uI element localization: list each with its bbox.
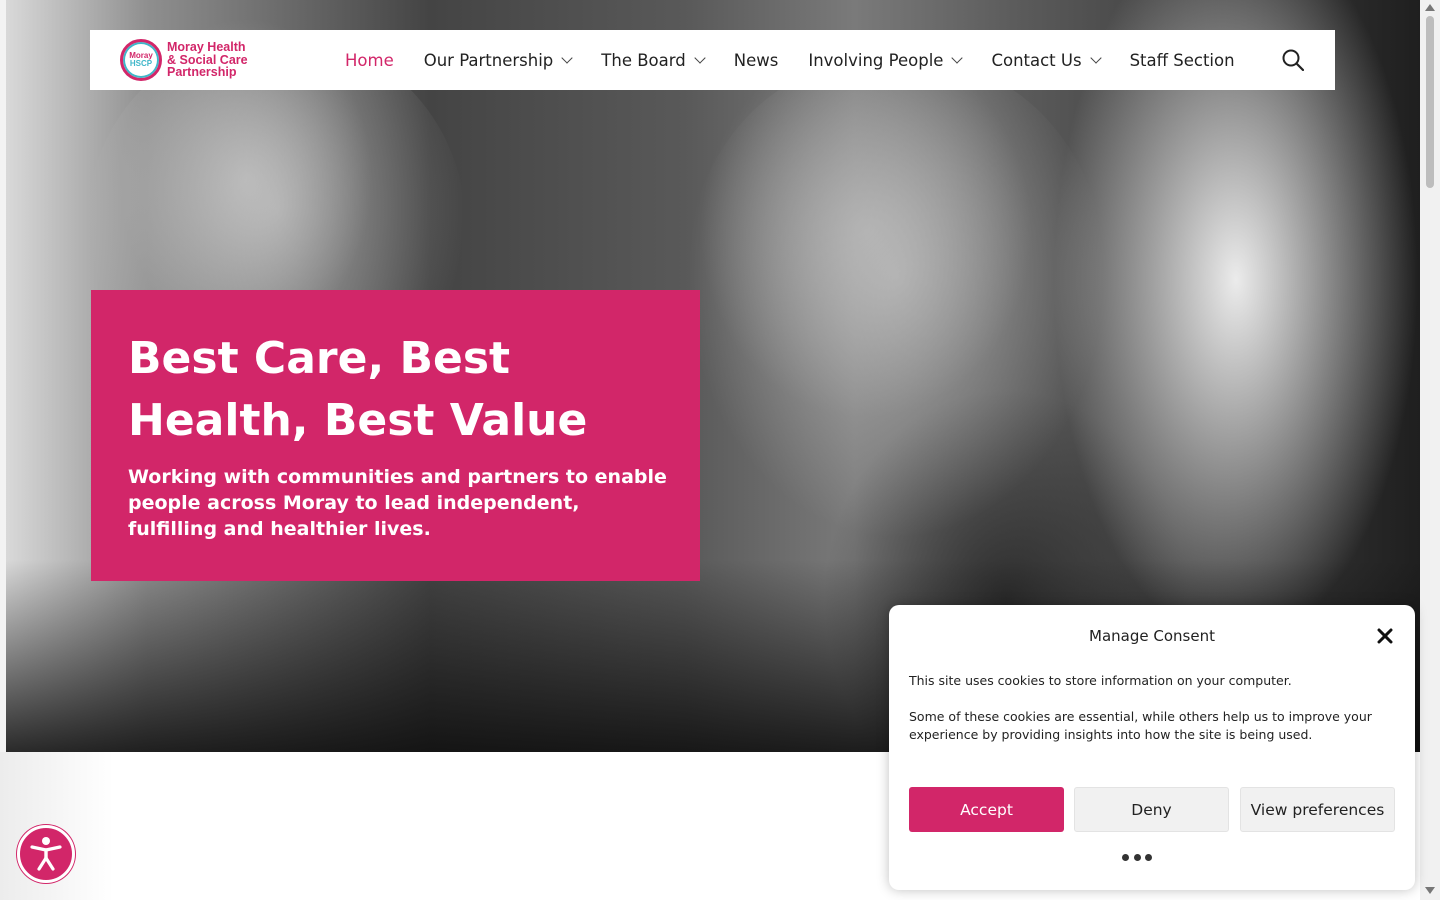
more-dots-icon[interactable] bbox=[1122, 853, 1152, 861]
consent-details: Some of these cookies are essential, whi… bbox=[909, 709, 1372, 742]
deny-button[interactable]: Deny bbox=[1074, 787, 1229, 832]
logo-text: Moray Health & Social Care Partnership bbox=[167, 40, 248, 80]
nav-item-the-board[interactable]: The Board bbox=[601, 50, 706, 70]
scrollbar-thumb[interactable] bbox=[1426, 16, 1434, 188]
nav-item-staff-section[interactable]: Staff Section bbox=[1130, 51, 1235, 70]
scroll-down-arrow-icon[interactable] bbox=[1425, 887, 1435, 894]
hero-photo-right-person bbox=[686, 60, 1106, 540]
search-icon[interactable] bbox=[1282, 49, 1305, 72]
hero-subtitle: Working with communities and partners to… bbox=[128, 466, 667, 540]
accept-button[interactable]: Accept bbox=[909, 787, 1064, 832]
accessibility-icon bbox=[30, 837, 62, 871]
nav-item-contact-us[interactable]: Contact Us bbox=[991, 50, 1102, 70]
nav-item-label: Our Partnership bbox=[423, 50, 554, 70]
consent-message: This site uses cookies to store informat… bbox=[909, 673, 1292, 688]
main-nav: Home Our Partnership The Board News Invo… bbox=[345, 30, 1265, 90]
site-logo[interactable]: Moray HSCP Moray Health & Social Care Pa… bbox=[120, 39, 256, 81]
nav-item-news[interactable]: News bbox=[734, 51, 779, 70]
close-icon[interactable] bbox=[1376, 627, 1394, 645]
chevron-down-icon bbox=[1089, 51, 1102, 64]
consent-title: Manage Consent bbox=[1089, 627, 1215, 645]
nav-item-label: Involving People bbox=[808, 50, 944, 70]
chevron-down-icon bbox=[561, 51, 573, 64]
nav-item-label: The Board bbox=[601, 50, 686, 70]
nav-item-involving-people[interactable]: Involving People bbox=[808, 50, 964, 70]
nav-item-label: Home bbox=[345, 50, 394, 70]
chevron-down-icon bbox=[694, 51, 706, 64]
accessibility-button[interactable] bbox=[17, 825, 75, 883]
hero-card: Best Care, Best Health, Best Value Worki… bbox=[91, 290, 700, 581]
page-scrollbar[interactable] bbox=[1420, 0, 1440, 900]
view-preferences-button[interactable]: View preferences bbox=[1240, 787, 1395, 832]
site-header: Moray HSCP Moray Health & Social Care Pa… bbox=[90, 30, 1335, 90]
nav-item-label: Contact Us bbox=[991, 50, 1082, 70]
scroll-up-arrow-icon[interactable] bbox=[1425, 4, 1435, 11]
nav-item-label: News bbox=[733, 50, 779, 70]
nav-item-our-partnership[interactable]: Our Partnership bbox=[423, 50, 573, 70]
logo-mark: Moray HSCP bbox=[120, 39, 162, 81]
hero-title: Best Care, Best Health, Best Value bbox=[128, 333, 588, 446]
cookie-consent-dialog: Manage Consent This site uses cookies to… bbox=[889, 605, 1415, 890]
nav-item-home[interactable]: Home bbox=[345, 51, 394, 70]
nav-item-label: Staff Section bbox=[1129, 50, 1235, 70]
chevron-down-icon bbox=[951, 51, 964, 64]
